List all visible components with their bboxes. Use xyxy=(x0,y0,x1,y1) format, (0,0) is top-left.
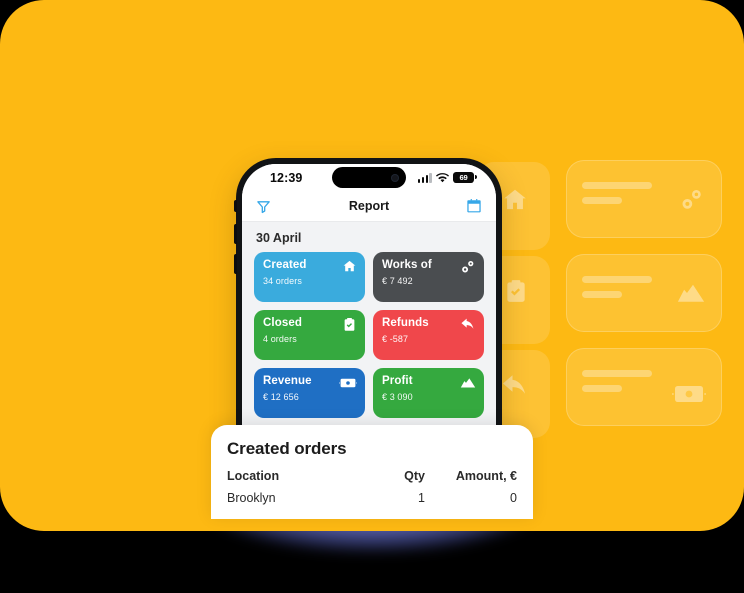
column-header-amount: Amount, € xyxy=(455,469,517,483)
kpi-card-refunds[interactable]: Refunds € -587 xyxy=(373,310,484,360)
phone-silent-switch[interactable] xyxy=(234,200,237,212)
banknote-icon xyxy=(672,383,706,405)
kpi-card-closed[interactable]: Closed 4 orders xyxy=(254,310,365,360)
ghost-placeholder-line xyxy=(582,276,652,283)
report-content: 30 April Created 34 orders Works of € 7 … xyxy=(242,222,496,458)
ghost-placeholder-line xyxy=(582,370,652,377)
banknote-icon xyxy=(339,377,357,389)
kpi-value: € 7 492 xyxy=(382,275,413,286)
signal-bars-icon xyxy=(417,172,432,183)
dynamic-island xyxy=(332,167,406,188)
status-bar: 12:39 69 xyxy=(242,164,496,194)
clipboard-check-icon xyxy=(342,317,357,332)
gears-icon xyxy=(459,259,476,276)
created-orders-table: Location Qty Amount, € Brooklyn 1 0 xyxy=(227,469,517,505)
status-bar-time: 12:39 xyxy=(270,171,303,185)
ghost-placeholder-line xyxy=(582,385,622,392)
kpi-value: € 12 656 xyxy=(263,391,299,402)
front-camera-icon xyxy=(391,173,399,182)
kpi-card-grid: Created 34 orders Works of € 7 492 Close… xyxy=(254,252,484,418)
kpi-value: € -587 xyxy=(382,333,409,344)
ghost-placeholder-line xyxy=(582,291,622,298)
clipboard-check-icon xyxy=(503,278,529,304)
app-nav-bar: Report xyxy=(242,194,496,222)
phone-screen: 12:39 69 Report 30 April Created 34 orde… xyxy=(242,164,496,458)
screenshot-stage: 12:39 69 Report 30 April Created 34 orde… xyxy=(0,0,744,593)
mountain-chart-icon xyxy=(676,278,706,308)
sheet-title: Created orders xyxy=(227,439,347,458)
kpi-value: 4 orders xyxy=(263,333,297,344)
phone-volume-up-button[interactable] xyxy=(234,224,237,244)
phone-volume-down-button[interactable] xyxy=(234,254,237,274)
cell-location: Brooklyn xyxy=(227,491,276,505)
battery-icon: 69 xyxy=(453,172,477,183)
kpi-card-revenue[interactable]: Revenue € 12 656 xyxy=(254,368,365,418)
page-title: Report xyxy=(348,199,390,213)
phone-mockup: 12:39 69 Report 30 April Created 34 orde… xyxy=(234,158,502,458)
home-icon xyxy=(342,259,357,274)
mountain-chart-icon xyxy=(460,375,476,391)
kpi-card-created[interactable]: Created 34 orders xyxy=(254,252,365,302)
status-bar-indicators: 69 xyxy=(417,172,477,183)
kpi-card-profit[interactable]: Profit € 3 090 xyxy=(373,368,484,418)
cell-qty: 1 xyxy=(418,491,425,505)
column-header-qty: Qty xyxy=(404,469,425,483)
column-header-location: Location xyxy=(227,469,280,483)
calendar-icon[interactable] xyxy=(466,198,482,214)
cell-amount: 0 xyxy=(510,491,517,505)
ghost-placeholder-line xyxy=(582,197,622,204)
home-icon xyxy=(501,186,529,214)
wifi-icon xyxy=(436,172,449,183)
kpi-value: 34 orders xyxy=(263,275,302,286)
reply-arrow-icon xyxy=(500,372,530,402)
created-orders-sheet: Created orders Location Qty Amount, € Br… xyxy=(211,425,533,519)
ghost-placeholder-line xyxy=(582,182,652,189)
table-header-row: Location Qty Amount, € xyxy=(227,469,517,491)
reply-arrow-icon xyxy=(460,317,476,333)
kpi-card-works-of[interactable]: Works of € 7 492 xyxy=(373,252,484,302)
kpi-value: € 3 090 xyxy=(382,391,413,402)
battery-level-label: 69 xyxy=(459,173,468,182)
table-row[interactable]: Brooklyn 1 0 xyxy=(227,491,517,505)
gears-icon xyxy=(676,186,706,216)
report-date-label: 30 April xyxy=(256,231,302,245)
